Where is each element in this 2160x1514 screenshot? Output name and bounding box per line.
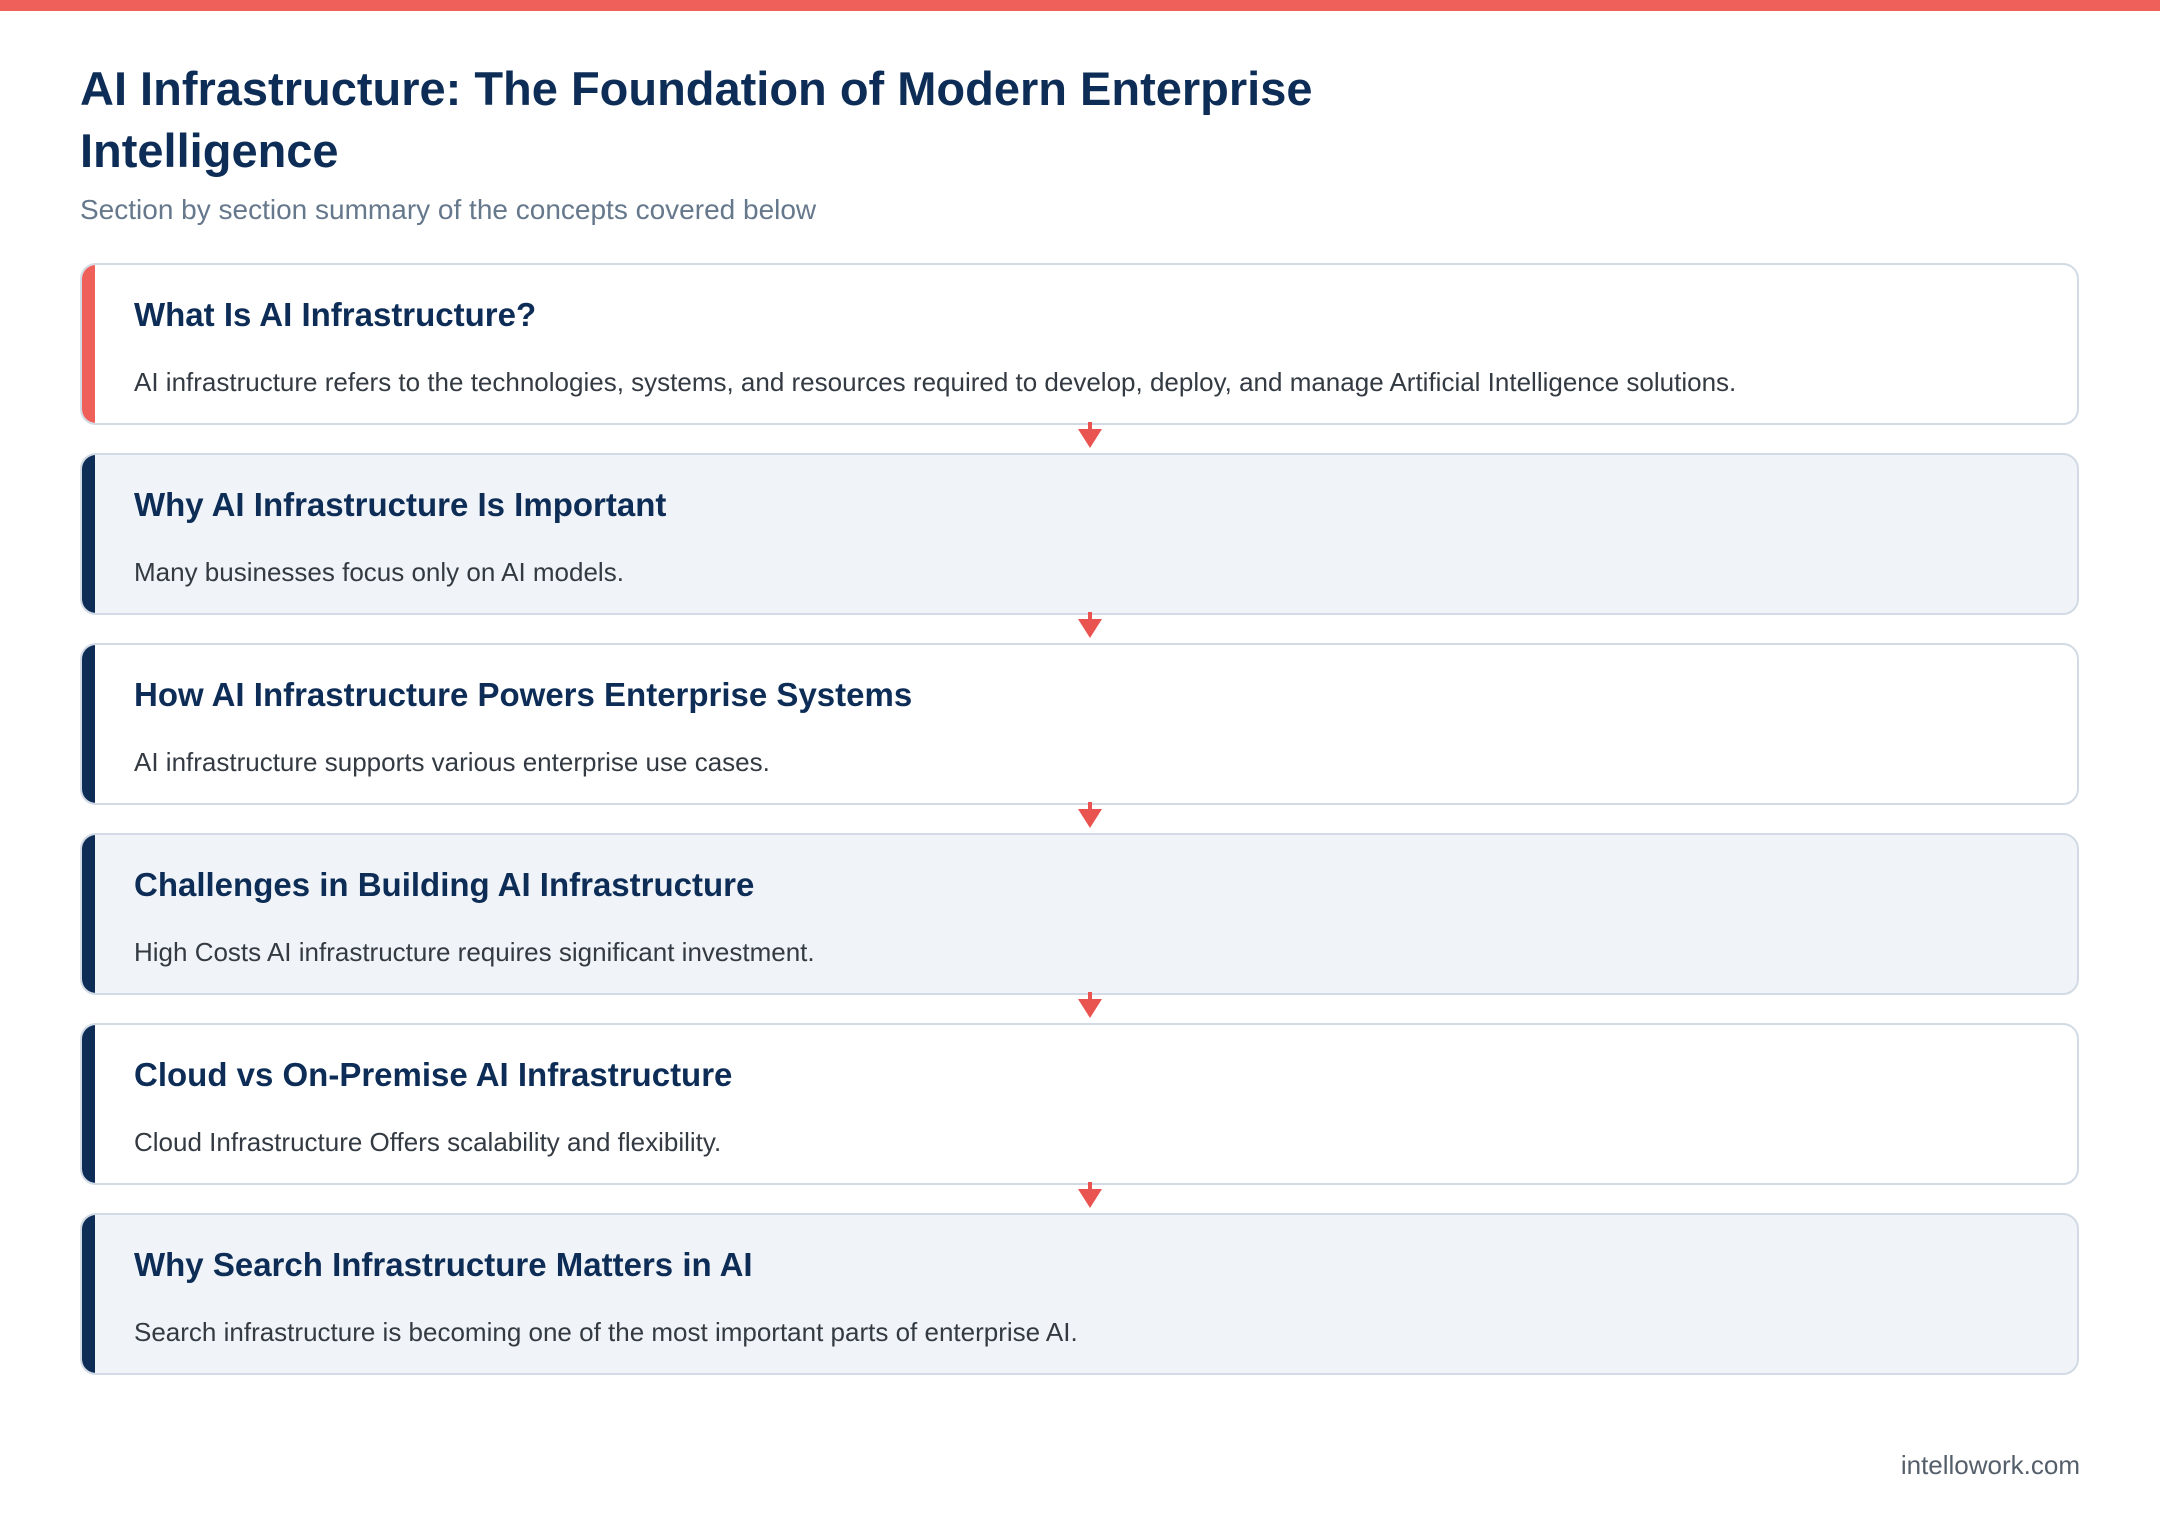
flow-connector xyxy=(80,992,2079,1023)
step-accent-bar xyxy=(82,645,95,803)
arrow-down-icon xyxy=(1078,422,1102,448)
step-card-cloud-vs-on-premise: Cloud vs On-Premise AI Infrastructure Cl… xyxy=(80,1023,2079,1185)
step-accent-bar xyxy=(82,265,95,423)
step-card-challenges: Challenges in Building AI Infrastructure… xyxy=(80,833,2079,995)
arrow-down-icon xyxy=(1078,1182,1102,1208)
step-description: High Costs AI infrastructure requires si… xyxy=(134,937,815,967)
arrow-down-icon xyxy=(1078,612,1102,638)
step-title: Why AI Infrastructure Is Important xyxy=(134,486,667,523)
footer-site-name: intellowork.com xyxy=(1900,1450,2080,1480)
flow-connector xyxy=(80,802,2079,833)
step-description: Search infrastructure is becoming one of… xyxy=(134,1317,1078,1347)
flow-connector xyxy=(80,422,2079,453)
step-title: Why Search Infrastructure Matters in AI xyxy=(134,1246,753,1283)
steps-flow: What Is AI Infrastructure? AI infrastruc… xyxy=(80,263,2079,1375)
arrow-down-icon xyxy=(1078,802,1102,828)
flow-connector xyxy=(80,1182,2079,1213)
step-description: Cloud Infrastructure Offers scalability … xyxy=(134,1127,722,1157)
step-description: AI infrastructure refers to the technolo… xyxy=(134,367,1737,397)
top-accent-bar xyxy=(0,0,2160,11)
step-accent-bar xyxy=(82,455,95,613)
step-accent-bar xyxy=(82,1025,95,1183)
flow-connector xyxy=(80,612,2079,643)
step-description: Many businesses focus only on AI models. xyxy=(134,557,624,587)
step-card-enterprise-systems: How AI Infrastructure Powers Enterprise … xyxy=(80,643,2079,805)
step-title: How AI Infrastructure Powers Enterprise … xyxy=(134,676,913,713)
step-card-why-important: Why AI Infrastructure Is Important Many … xyxy=(80,453,2079,615)
arrow-down-icon xyxy=(1078,992,1102,1018)
step-accent-bar xyxy=(82,835,95,993)
step-title: Challenges in Building AI Infrastructure xyxy=(134,866,755,903)
step-accent-bar xyxy=(82,1215,95,1373)
step-title: Cloud vs On-Premise AI Infrastructure xyxy=(134,1056,733,1093)
step-card-what-is-ai-infrastructure: What Is AI Infrastructure? AI infrastruc… xyxy=(80,263,2079,425)
step-title: What Is AI Infrastructure? xyxy=(134,296,537,333)
step-card-search-infrastructure: Why Search Infrastructure Matters in AI … xyxy=(80,1213,2079,1375)
page-subtitle: Section by section summary of the concep… xyxy=(80,194,817,225)
step-description: AI infrastructure supports various enter… xyxy=(134,747,770,777)
page-title: AI Infrastructure: The Foundation of Mod… xyxy=(80,62,1313,177)
